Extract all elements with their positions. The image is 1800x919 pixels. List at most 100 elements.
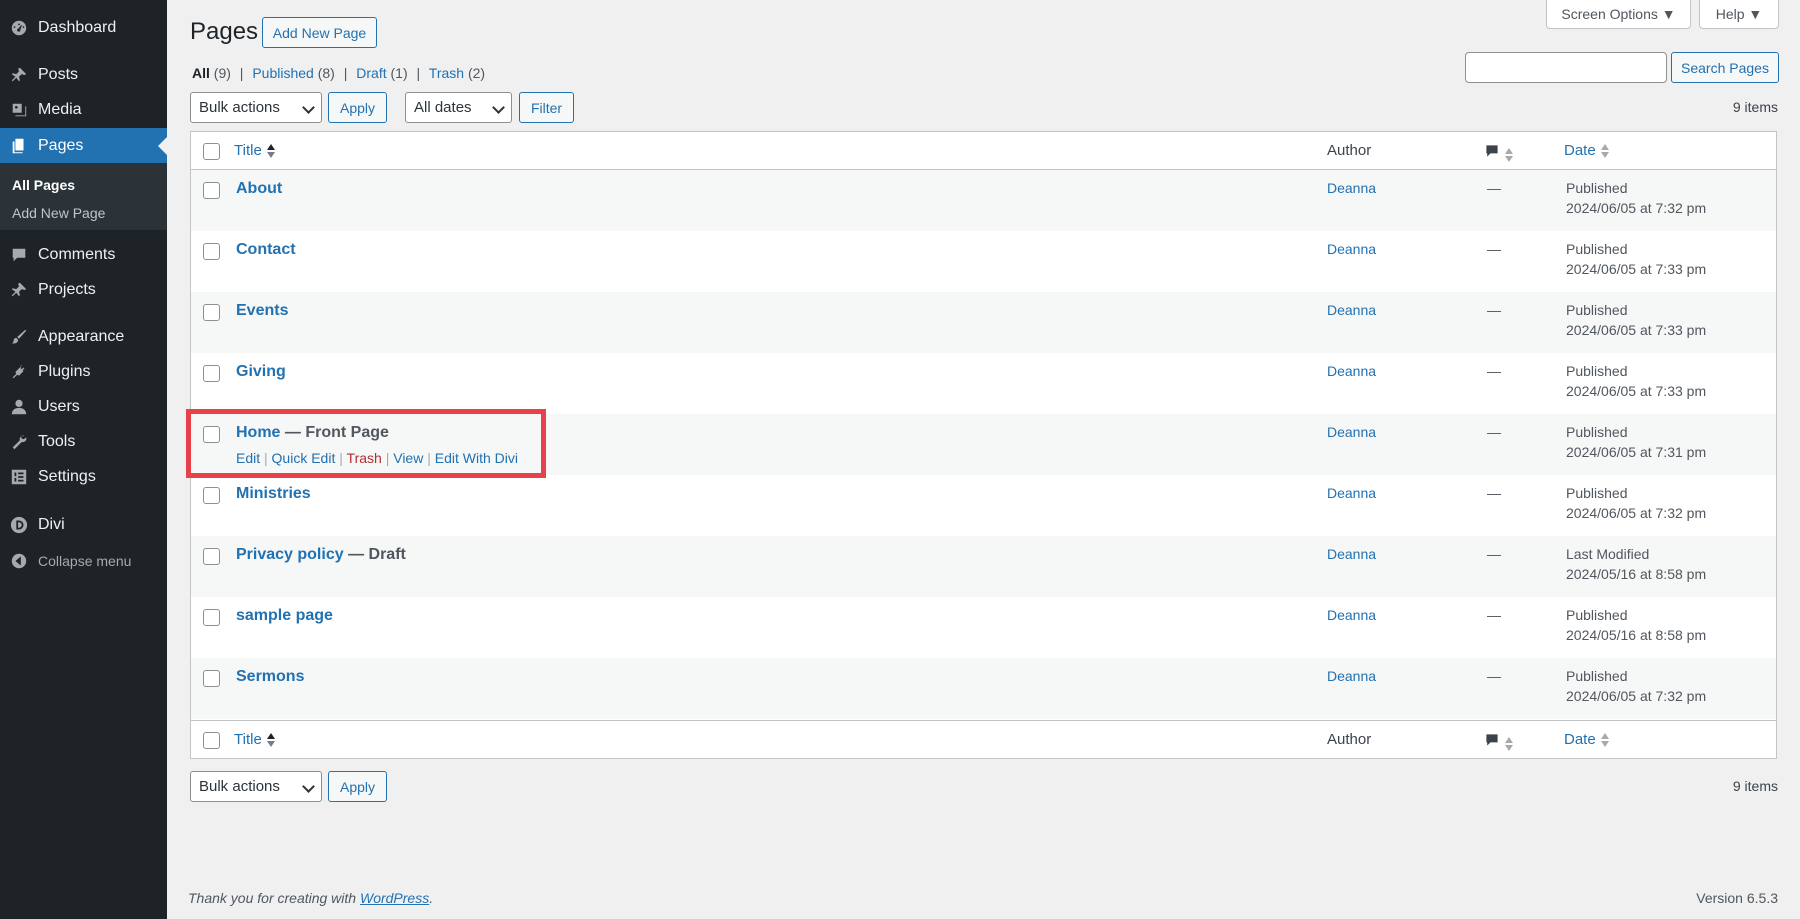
row-checkbox[interactable] (203, 548, 220, 565)
sort-icon (1600, 143, 1610, 159)
author-link[interactable]: Deanna (1327, 668, 1376, 684)
filter-published-count: (8) (317, 65, 335, 81)
row-checkbox[interactable] (203, 182, 220, 199)
column-date-header[interactable]: Date (1564, 731, 1610, 748)
menu-item-posts[interactable]: Posts (0, 57, 167, 92)
table-header: Title Author Date (191, 132, 1776, 170)
submenu-all-pages[interactable]: All Pages (12, 177, 75, 193)
select-all-checkbox[interactable] (203, 732, 220, 749)
filter-published[interactable]: Published (252, 65, 314, 81)
page-title-link[interactable]: Giving (236, 363, 286, 380)
screen-options-button[interactable]: Screen Options ▼ (1546, 0, 1691, 29)
row-checkbox[interactable] (203, 609, 220, 626)
date-cell: Published 2024/06/05 at 7:32 pm (1566, 666, 1706, 706)
comments-cell: — (1487, 607, 1501, 623)
row-checkbox[interactable] (203, 487, 220, 504)
sort-icon (1504, 736, 1514, 752)
page-title-link[interactable]: sample page (236, 607, 333, 624)
menu-item-pages[interactable]: Pages (0, 128, 167, 163)
sort-icon (1504, 147, 1514, 163)
filter-draft[interactable]: Draft (356, 65, 386, 81)
date-filter-select[interactable]: All dates (405, 92, 512, 123)
author-link[interactable]: Deanna (1327, 180, 1376, 196)
filter-button[interactable]: Filter (519, 92, 574, 123)
row-checkbox[interactable] (203, 243, 220, 260)
menu-item-users[interactable]: Users (0, 389, 167, 424)
date-status: Published (1566, 363, 1628, 379)
page-title-cell: sample page (236, 607, 333, 625)
menu-item-tools[interactable]: Tools (0, 424, 167, 459)
bulk-actions-select-bottom[interactable]: Bulk actions (190, 771, 322, 802)
date-value: 2024/06/05 at 7:31 pm (1566, 444, 1707, 460)
menu-item-comments[interactable]: Comments (0, 237, 167, 272)
help-button[interactable]: Help ▼ (1699, 0, 1779, 29)
separator: | (416, 65, 421, 81)
menu-item-projects[interactable]: Projects (0, 272, 167, 307)
wordpress-link[interactable]: WordPress (360, 890, 429, 906)
filter-draft-count: (1) (390, 65, 408, 81)
column-title-header[interactable]: Title (234, 142, 276, 159)
column-title-header[interactable]: Title (234, 731, 276, 748)
page-title-link[interactable]: About (236, 180, 282, 197)
search-pages-button[interactable]: Search Pages (1671, 52, 1779, 83)
page-title-link[interactable]: Privacy policy (236, 546, 344, 563)
menu-item-media[interactable]: Media (0, 92, 167, 127)
column-date-header[interactable]: Date (1564, 142, 1610, 159)
comments-cell: — (1487, 424, 1501, 440)
separator: | (239, 65, 244, 81)
row-checkbox[interactable] (203, 670, 220, 687)
row-checkbox[interactable] (203, 365, 220, 382)
collapse-menu-button[interactable]: Collapse menu (0, 543, 167, 578)
page-title-link[interactable]: Ministries (236, 485, 311, 502)
column-comments-header[interactable] (1484, 143, 1514, 163)
page-title-link[interactable]: Contact (236, 241, 296, 258)
date-cell: Published 2024/06/05 at 7:33 pm (1566, 361, 1706, 401)
bulk-actions-select[interactable]: Bulk actions (190, 92, 322, 123)
comments-cell: — (1487, 668, 1501, 684)
table-row: Events Deanna — Published 2024/06/05 at 7… (191, 292, 1776, 353)
menu-label: Dashboard (38, 18, 117, 36)
comments-cell: — (1487, 241, 1501, 257)
comment-bubble-icon (1486, 734, 1498, 746)
apply-button-bottom[interactable]: Apply (328, 771, 387, 802)
bulk-actions-value: Bulk actions (199, 778, 280, 795)
menu-item-appearance[interactable]: Appearance (0, 319, 167, 354)
column-comments-header[interactable] (1484, 732, 1514, 752)
comments-cell: — (1487, 546, 1501, 562)
admin-sidebar: Dashboard Posts Media Pages All Pages Ad… (0, 0, 167, 919)
row-checkbox[interactable] (203, 304, 220, 321)
author-link[interactable]: Deanna (1327, 546, 1376, 562)
author-link[interactable]: Deanna (1327, 424, 1376, 440)
menu-item-settings[interactable]: Settings (0, 459, 167, 494)
menu-label: Tools (38, 432, 76, 450)
comments-cell: — (1487, 363, 1501, 379)
page-title-cell: Privacy policy — Draft (236, 546, 406, 564)
apply-button[interactable]: Apply (328, 92, 387, 123)
chevron-down-icon (302, 780, 315, 793)
filter-trash[interactable]: Trash (429, 65, 464, 81)
menu-item-dashboard[interactable]: Dashboard (0, 10, 167, 45)
filter-all[interactable]: All (192, 65, 210, 81)
status-filter-links: All (9) | Published (8) | Draft (1) | Tr… (192, 65, 485, 81)
author-link[interactable]: Deanna (1327, 241, 1376, 257)
menu-item-plugins[interactable]: Plugins (0, 354, 167, 389)
menu-item-divi[interactable]: Divi (0, 507, 167, 542)
user-icon (10, 398, 28, 416)
page-title-link[interactable]: Events (236, 302, 288, 319)
pin-icon (10, 281, 28, 299)
table-row: Contact Deanna — Published 2024/06/05 at … (191, 231, 1776, 292)
author-link[interactable]: Deanna (1327, 363, 1376, 379)
author-link[interactable]: Deanna (1327, 485, 1376, 501)
search-input[interactable] (1465, 52, 1667, 83)
table-footer: Title Author Date (191, 720, 1776, 758)
author-link[interactable]: Deanna (1327, 607, 1376, 623)
author-link[interactable]: Deanna (1327, 302, 1376, 318)
version-label: Version 6.5.3 (1696, 890, 1778, 906)
page-title-link[interactable]: Sermons (236, 668, 304, 685)
comments-cell: — (1487, 302, 1501, 318)
pages-submenu: All Pages Add New Page (0, 163, 167, 230)
comment-bubble-icon (1486, 145, 1498, 157)
add-new-page-button[interactable]: Add New Page (262, 17, 377, 48)
submenu-add-new-page[interactable]: Add New Page (12, 205, 105, 221)
select-all-checkbox[interactable] (203, 143, 220, 160)
